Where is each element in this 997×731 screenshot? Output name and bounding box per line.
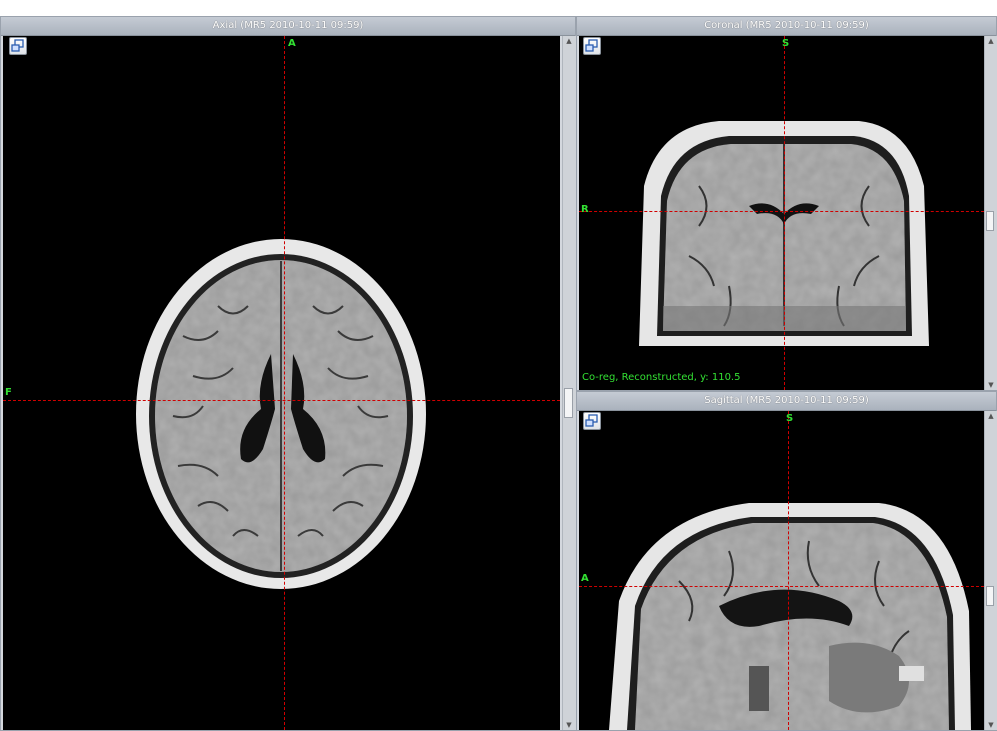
coronal-viewer: Coronal (MR5 2010-10-11 09:59) S R Co-re… — [576, 16, 997, 391]
coronal-view-button[interactable] — [583, 37, 601, 55]
axial-orientation-left: F — [5, 387, 12, 398]
sagittal-scroll-thumb[interactable] — [986, 586, 994, 606]
arrow-down-icon[interactable]: ▼ — [985, 720, 997, 730]
coronal-crosshair-vertical — [784, 36, 785, 390]
coronal-brain-image — [639, 121, 929, 346]
sagittal-title: Sagittal (MR5 2010-10-11 09:59) — [577, 392, 996, 411]
coronal-scrollbar[interactable]: ▲ ▼ — [984, 36, 997, 390]
coronal-scroll-thumb[interactable] — [986, 211, 994, 231]
axial-title: Axial (MR5 2010-10-11 09:59) — [1, 17, 575, 36]
axial-scroll-thumb[interactable] — [564, 388, 573, 418]
sagittal-viewport[interactable]: S A — [579, 411, 984, 730]
sagittal-view-button[interactable] — [583, 412, 601, 430]
window-layout-icon — [585, 414, 598, 427]
coronal-title: Coronal (MR5 2010-10-11 09:59) — [577, 17, 996, 36]
coronal-crosshair-horizontal — [579, 211, 984, 212]
sagittal-viewer: Sagittal (MR5 2010-10-11 09:59) S A ▲ ▼ — [576, 391, 997, 731]
coronal-orientation-top: S — [782, 38, 790, 49]
coronal-orientation-left: R — [581, 204, 589, 215]
arrow-down-icon[interactable]: ▼ — [563, 720, 575, 730]
coronal-status-text: Co-reg, Reconstructed, y: 110.5 — [582, 372, 741, 383]
axial-crosshair-vertical — [284, 36, 285, 730]
axial-viewport[interactable]: A F — [3, 36, 560, 730]
arrow-down-icon[interactable]: ▼ — [985, 380, 997, 390]
sagittal-orientation-top: S — [786, 413, 794, 424]
axial-crosshair-horizontal — [3, 400, 560, 401]
axial-view-button[interactable] — [9, 37, 27, 55]
window-layout-icon — [585, 39, 598, 52]
coronal-viewport[interactable]: S R Co-reg, Reconstructed, y: 110.5 — [579, 36, 984, 390]
sagittal-brain-image — [609, 503, 971, 730]
axial-orientation-top: A — [288, 38, 296, 49]
arrow-up-icon[interactable]: ▲ — [563, 36, 575, 46]
top-strip — [0, 0, 997, 16]
arrow-up-icon[interactable]: ▲ — [985, 36, 997, 46]
axial-brain-image — [136, 239, 426, 589]
sagittal-scrollbar[interactable]: ▲ ▼ — [984, 411, 997, 730]
axial-scrollbar[interactable]: ▲ ▼ — [562, 36, 576, 730]
axial-viewer: Axial (MR5 2010-10-11 09:59) A F ▲ ▼ — [0, 16, 576, 731]
sagittal-crosshair-horizontal — [579, 586, 984, 587]
arrow-up-icon[interactable]: ▲ — [985, 411, 997, 421]
sagittal-orientation-left: A — [581, 573, 589, 584]
window-layout-icon — [11, 39, 24, 52]
sagittal-crosshair-vertical — [788, 411, 789, 730]
